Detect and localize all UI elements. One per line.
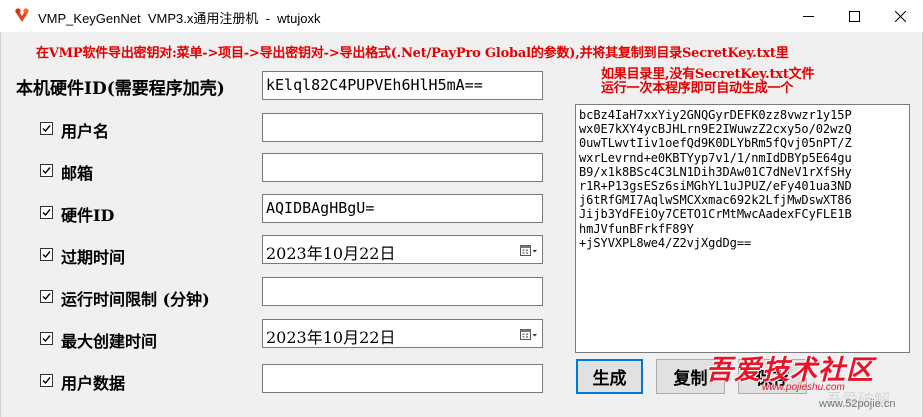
email-field[interactable] bbox=[262, 153, 543, 182]
notice-line-3: 运行一次本程序即可自动生成一个 bbox=[601, 81, 794, 96]
hardware-id-field[interactable]: kElql82C4PUPVEh6HlH5mA== bbox=[262, 71, 543, 100]
checkmark-icon bbox=[42, 293, 51, 301]
hardware-id-label: 本机硬件ID(需要程序加壳) bbox=[16, 79, 225, 99]
maxbuild-label: 最大创建时间 bbox=[61, 332, 158, 351]
hwid-checkbox[interactable] bbox=[40, 206, 53, 219]
username-field[interactable] bbox=[262, 113, 543, 142]
hwid-field[interactable]: AQIDBAgHBgU= bbox=[262, 194, 543, 223]
email-checkbox[interactable] bbox=[40, 164, 53, 177]
userdata-label: 用户数据 bbox=[61, 374, 126, 393]
calendar-dropdown-icon[interactable] bbox=[520, 243, 538, 257]
notice-line-1: 在VMP软件导出密钥对:菜单->项目->导出密钥对->导出格式(.Net/Pay… bbox=[36, 46, 789, 61]
maximize-button[interactable] bbox=[831, 0, 877, 32]
email-label: 邮箱 bbox=[61, 164, 94, 183]
title-bar[interactable]: VMP_KeyGenNet VMP3.x通用注册机 - wtujoxk bbox=[0, 0, 923, 32]
expiry-date-picker[interactable]: 2023年10月22日 bbox=[262, 235, 543, 264]
app-logo-icon bbox=[13, 7, 31, 25]
userdata-field[interactable] bbox=[262, 364, 543, 393]
minimize-icon bbox=[802, 11, 814, 22]
runtime-checkbox[interactable] bbox=[40, 290, 53, 303]
minimize-button[interactable] bbox=[785, 0, 831, 32]
calendar-dropdown-icon[interactable] bbox=[520, 327, 538, 341]
username-checkbox[interactable] bbox=[40, 122, 53, 135]
checkmark-icon bbox=[42, 125, 51, 133]
watermark-url-2: www.52pojie.cn bbox=[819, 398, 896, 410]
watermark-faint-text: 吾爱破解 bbox=[826, 392, 891, 409]
checkmark-icon bbox=[42, 377, 51, 385]
checkmark-icon bbox=[42, 209, 51, 217]
close-button[interactable] bbox=[877, 0, 923, 32]
maximize-icon bbox=[848, 10, 860, 22]
window-title: VMP_KeyGenNet VMP3.x通用注册机 - wtujoxk bbox=[38, 11, 321, 26]
checkmark-icon bbox=[42, 251, 51, 259]
copy-button[interactable]: 复制 bbox=[656, 359, 725, 394]
serial-output-textarea[interactable]: bcBz4IaH7xxYiy2GNQGyrDEFK0zz8vwzr1y15P w… bbox=[575, 104, 910, 353]
maxbuild-checkbox[interactable] bbox=[40, 332, 53, 345]
save-button[interactable]: 保存 bbox=[738, 359, 807, 394]
generate-button[interactable]: 生成 bbox=[576, 359, 643, 394]
username-label: 用户名 bbox=[61, 122, 110, 141]
expiry-date-value: 2023年10月22日 bbox=[266, 244, 396, 263]
maxbuild-date-value: 2023年10月22日 bbox=[266, 328, 396, 347]
close-icon bbox=[894, 10, 906, 22]
maxbuild-date-picker[interactable]: 2023年10月22日 bbox=[262, 319, 543, 348]
userdata-checkbox[interactable] bbox=[40, 374, 53, 387]
checkmark-icon bbox=[42, 167, 51, 175]
expiry-checkbox[interactable] bbox=[40, 248, 53, 261]
runtime-field[interactable] bbox=[262, 277, 543, 306]
runtime-label: 运行时间限制 (分钟) bbox=[61, 290, 210, 309]
checkmark-icon bbox=[42, 335, 51, 343]
expiry-label: 过期时间 bbox=[61, 248, 126, 267]
hwid-label: 硬件ID bbox=[61, 206, 115, 225]
